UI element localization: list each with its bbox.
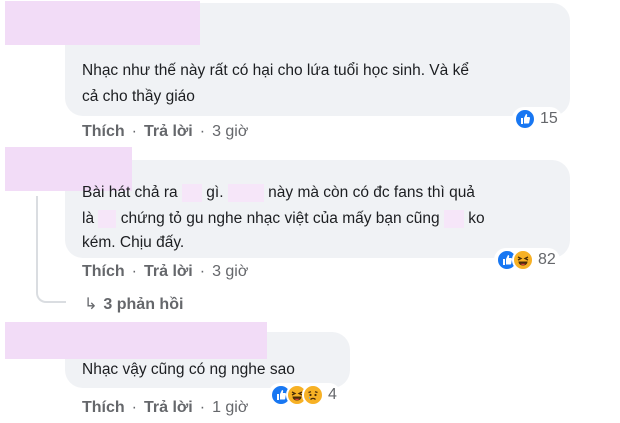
comment-text-1-line-1: Nhạc như thế này rất có hại cho lứa tuổi… [82,62,469,79]
comment-text-2-line-2: là chứng tỏ gu nghe nhạc việt của mấy bạ… [82,206,485,232]
text-segment: chứng tỏ gu nghe nhạc việt của mấy bạn c… [120,210,440,227]
reply-arrow-icon: ↳ [84,296,98,313]
reaction-summary-1[interactable]: 15 [512,107,562,131]
separator-dot: · [199,263,206,280]
separator-dot: · [131,263,137,280]
redacted-author-name [5,1,200,45]
redacted-word [98,209,117,228]
sad-reaction-icon [302,384,324,406]
text-segment: này mà còn có đc fans thì quả [268,184,475,201]
comment-actions-1: Thích · Trả lời · 3 giờ [82,123,248,141]
comment-timestamp[interactable]: 3 giờ [212,263,248,280]
comment-timestamp[interactable]: 1 giờ [212,399,248,416]
redacted-word [181,183,202,202]
separator-dot: · [131,399,137,416]
reply-thread-line [36,196,66,303]
reaction-count-3: 4 [328,386,337,403]
text-segment: Bài hát chả ra [82,184,178,201]
comment-text-1-line-2: cả cho thầy giáo [82,88,195,105]
like-button[interactable]: Thích [82,399,125,416]
reply-button[interactable]: Trả lời [144,123,193,140]
like-reaction-icon [514,108,536,130]
separator-dot: · [199,399,206,416]
redacted-word [443,209,464,228]
replies-count-label: 3 phản hồi [103,296,184,313]
reaction-count-2: 82 [538,251,556,268]
comment-text-3-line-1: Nhạc vậy cũng có ng nghe sao [82,361,295,378]
view-replies-link[interactable]: ↳ 3 phản hồi [84,294,183,314]
comment-timestamp[interactable]: 3 giờ [212,123,248,140]
text-segment: ko [468,210,485,227]
redacted-word [227,183,264,202]
reaction-summary-3[interactable]: 4 [268,383,341,407]
text-segment: là [82,210,95,227]
comment-actions-2: Thích · Trả lời · 3 giờ [82,263,248,281]
comment-text-2-line-1: Bài hát chả ra gì. này mà còn có đc fans… [82,180,475,206]
reply-button[interactable]: Trả lời [144,399,193,416]
reply-button[interactable]: Trả lời [144,263,193,280]
redacted-author-name [5,322,267,359]
comment-actions-3: Thích · Trả lời · 1 giờ [82,399,248,417]
like-button[interactable]: Thích [82,263,125,280]
reaction-summary-2[interactable]: 82 [494,248,560,272]
text-segment: gì. [206,184,224,201]
haha-reaction-icon [512,249,534,271]
separator-dot: · [131,123,137,140]
comment-text-2-line-3: kém. Chịu đấy. [82,234,185,251]
like-button[interactable]: Thích [82,123,125,140]
separator-dot: · [199,123,206,140]
reaction-count-1: 15 [540,110,558,127]
